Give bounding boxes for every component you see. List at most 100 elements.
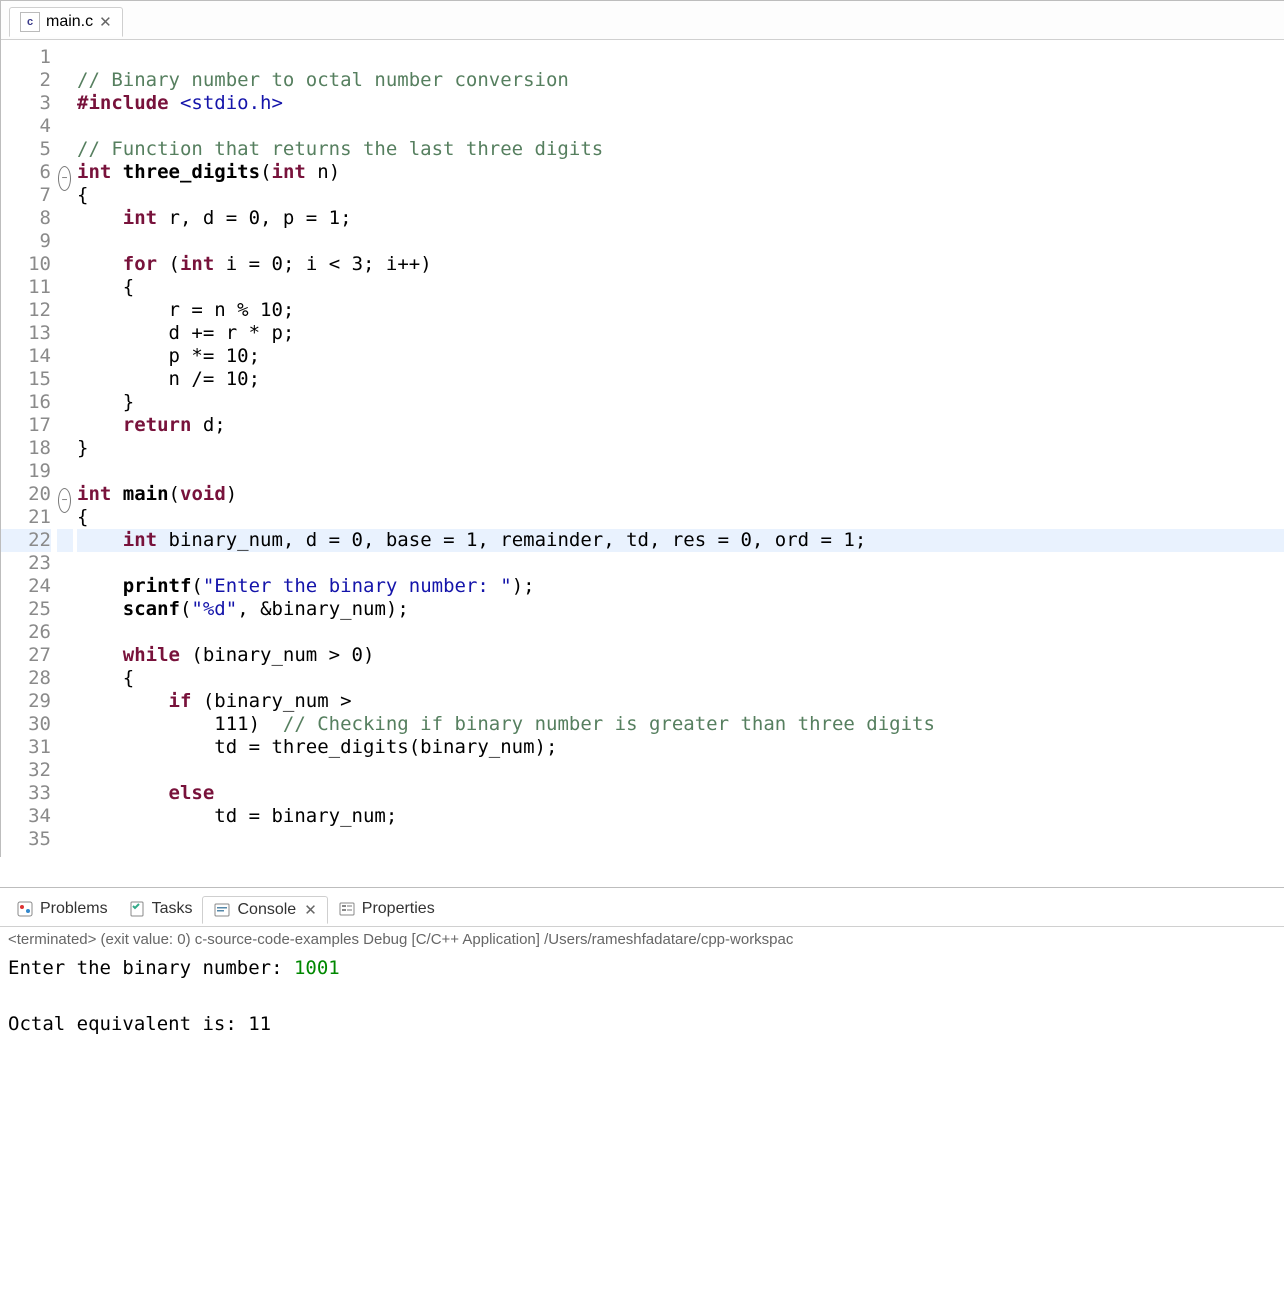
code-line[interactable]	[77, 115, 1284, 138]
code-lines[interactable]: // Binary number to octal number convers…	[73, 46, 1284, 851]
line-number: 20	[1, 483, 51, 506]
tasks-icon	[128, 900, 146, 918]
line-number: 9	[1, 230, 51, 253]
line-number: 7	[1, 184, 51, 207]
fold-cell	[57, 759, 73, 782]
line-number: 8	[1, 207, 51, 230]
fold-cell	[57, 138, 73, 161]
line-number: 34	[1, 805, 51, 828]
fold-cell	[57, 207, 73, 230]
fold-cell	[57, 299, 73, 322]
line-number: 17	[1, 414, 51, 437]
close-icon[interactable]: ✕	[99, 15, 112, 30]
fold-cell	[57, 391, 73, 414]
bottom-panel: Problems Tasks Console✕ Properties <termina…	[0, 887, 1284, 1068]
panel-tab-properties[interactable]: Properties	[328, 896, 445, 922]
code-line[interactable]: while (binary_num > 0)	[77, 644, 1284, 667]
fold-cell	[57, 644, 73, 667]
code-line[interactable]: return d;	[77, 414, 1284, 437]
code-line[interactable]	[77, 552, 1284, 575]
fold-cell	[57, 92, 73, 115]
fold-cell	[57, 782, 73, 805]
code-line[interactable]: else	[77, 782, 1284, 805]
code-line[interactable]: int main(void)	[77, 483, 1284, 506]
file-tab-main-c[interactable]: c main.c ✕	[9, 7, 123, 37]
code-line[interactable]: d += r * p;	[77, 322, 1284, 345]
file-tab-label: main.c	[46, 13, 93, 31]
code-line[interactable]: }	[77, 437, 1284, 460]
line-number: 4	[1, 115, 51, 138]
code-line[interactable]: {	[77, 506, 1284, 529]
panel-tab-console[interactable]: Console✕	[202, 896, 327, 924]
code-line[interactable]	[77, 828, 1284, 851]
code-line[interactable]: 111) // Checking if binary number is gre…	[77, 713, 1284, 736]
code-line[interactable]: if (binary_num >	[77, 690, 1284, 713]
line-number: 24	[1, 575, 51, 598]
code-line[interactable]: int three_digits(int n)	[77, 161, 1284, 184]
code-line[interactable]: td = three_digits(binary_num);	[77, 736, 1284, 759]
fold-cell	[57, 713, 73, 736]
panel-tab-label: Tasks	[152, 900, 193, 918]
fold-cell	[57, 276, 73, 299]
panel-tab-tasks[interactable]: Tasks	[118, 896, 203, 922]
line-number: 3	[1, 92, 51, 115]
problems-icon	[16, 900, 34, 918]
code-line[interactable]: r = n % 10;	[77, 299, 1284, 322]
code-line[interactable]: {	[77, 667, 1284, 690]
line-number: 23	[1, 552, 51, 575]
code-line[interactable]	[77, 460, 1284, 483]
code-line[interactable]: int r, d = 0, p = 1;	[77, 207, 1284, 230]
fold-cell: −	[57, 161, 73, 184]
code-line[interactable]: // Binary number to octal number convers…	[77, 69, 1284, 92]
code-line[interactable]: // Function that returns the last three …	[77, 138, 1284, 161]
panel-tab-problems[interactable]: Problems	[6, 896, 118, 922]
code-line[interactable]	[77, 230, 1284, 253]
line-number: 32	[1, 759, 51, 782]
code-line[interactable]: #include <stdio.h>	[77, 92, 1284, 115]
code-line[interactable]: for (int i = 0; i < 3; i++)	[77, 253, 1284, 276]
code-line[interactable]: td = binary_num;	[77, 805, 1284, 828]
code-editor[interactable]: 1234567891011121314151617181920212223242…	[1, 40, 1284, 857]
code-line[interactable]: printf("Enter the binary number: ");	[77, 575, 1284, 598]
code-line[interactable]: {	[77, 276, 1284, 299]
line-number: 22	[1, 529, 51, 552]
panel-tabs: Problems Tasks Console✕ Properties	[0, 888, 1284, 927]
code-line[interactable]: p *= 10;	[77, 345, 1284, 368]
line-number: 33	[1, 782, 51, 805]
line-number: 14	[1, 345, 51, 368]
code-line[interactable]: {	[77, 184, 1284, 207]
code-line[interactable]: n /= 10;	[77, 368, 1284, 391]
line-number: 29	[1, 690, 51, 713]
console-description: <terminated> (exit value: 0) c-source-co…	[0, 927, 1284, 952]
line-number: 18	[1, 437, 51, 460]
fold-cell	[57, 253, 73, 276]
panel-tab-label: Properties	[362, 900, 435, 918]
code-line[interactable]	[77, 46, 1284, 69]
line-number: 35	[1, 828, 51, 851]
line-number: 2	[1, 69, 51, 92]
fold-cell	[57, 667, 73, 690]
fold-cell	[57, 414, 73, 437]
code-line[interactable]	[77, 621, 1284, 644]
line-number: 16	[1, 391, 51, 414]
code-line[interactable]: scanf("%d", &binary_num);	[77, 598, 1284, 621]
code-line[interactable]: int binary_num, d = 0, base = 1, remaind…	[77, 529, 1284, 552]
console-user-input: 1001	[294, 957, 340, 979]
line-number: 28	[1, 667, 51, 690]
fold-cell	[57, 115, 73, 138]
line-number: 31	[1, 736, 51, 759]
fold-cell	[57, 575, 73, 598]
line-number: 19	[1, 460, 51, 483]
code-line[interactable]	[77, 759, 1284, 782]
fold-cell	[57, 230, 73, 253]
fold-cell	[57, 322, 73, 345]
fold-cell	[57, 828, 73, 851]
code-line[interactable]: }	[77, 391, 1284, 414]
close-icon[interactable]: ✕	[304, 901, 317, 919]
fold-cell	[57, 184, 73, 207]
line-number: 11	[1, 276, 51, 299]
fold-cell	[57, 690, 73, 713]
line-number-gutter: 1234567891011121314151617181920212223242…	[1, 46, 57, 851]
fold-cell	[57, 437, 73, 460]
console-output: Enter the binary number: 1001 Octal equi…	[0, 952, 1284, 1068]
